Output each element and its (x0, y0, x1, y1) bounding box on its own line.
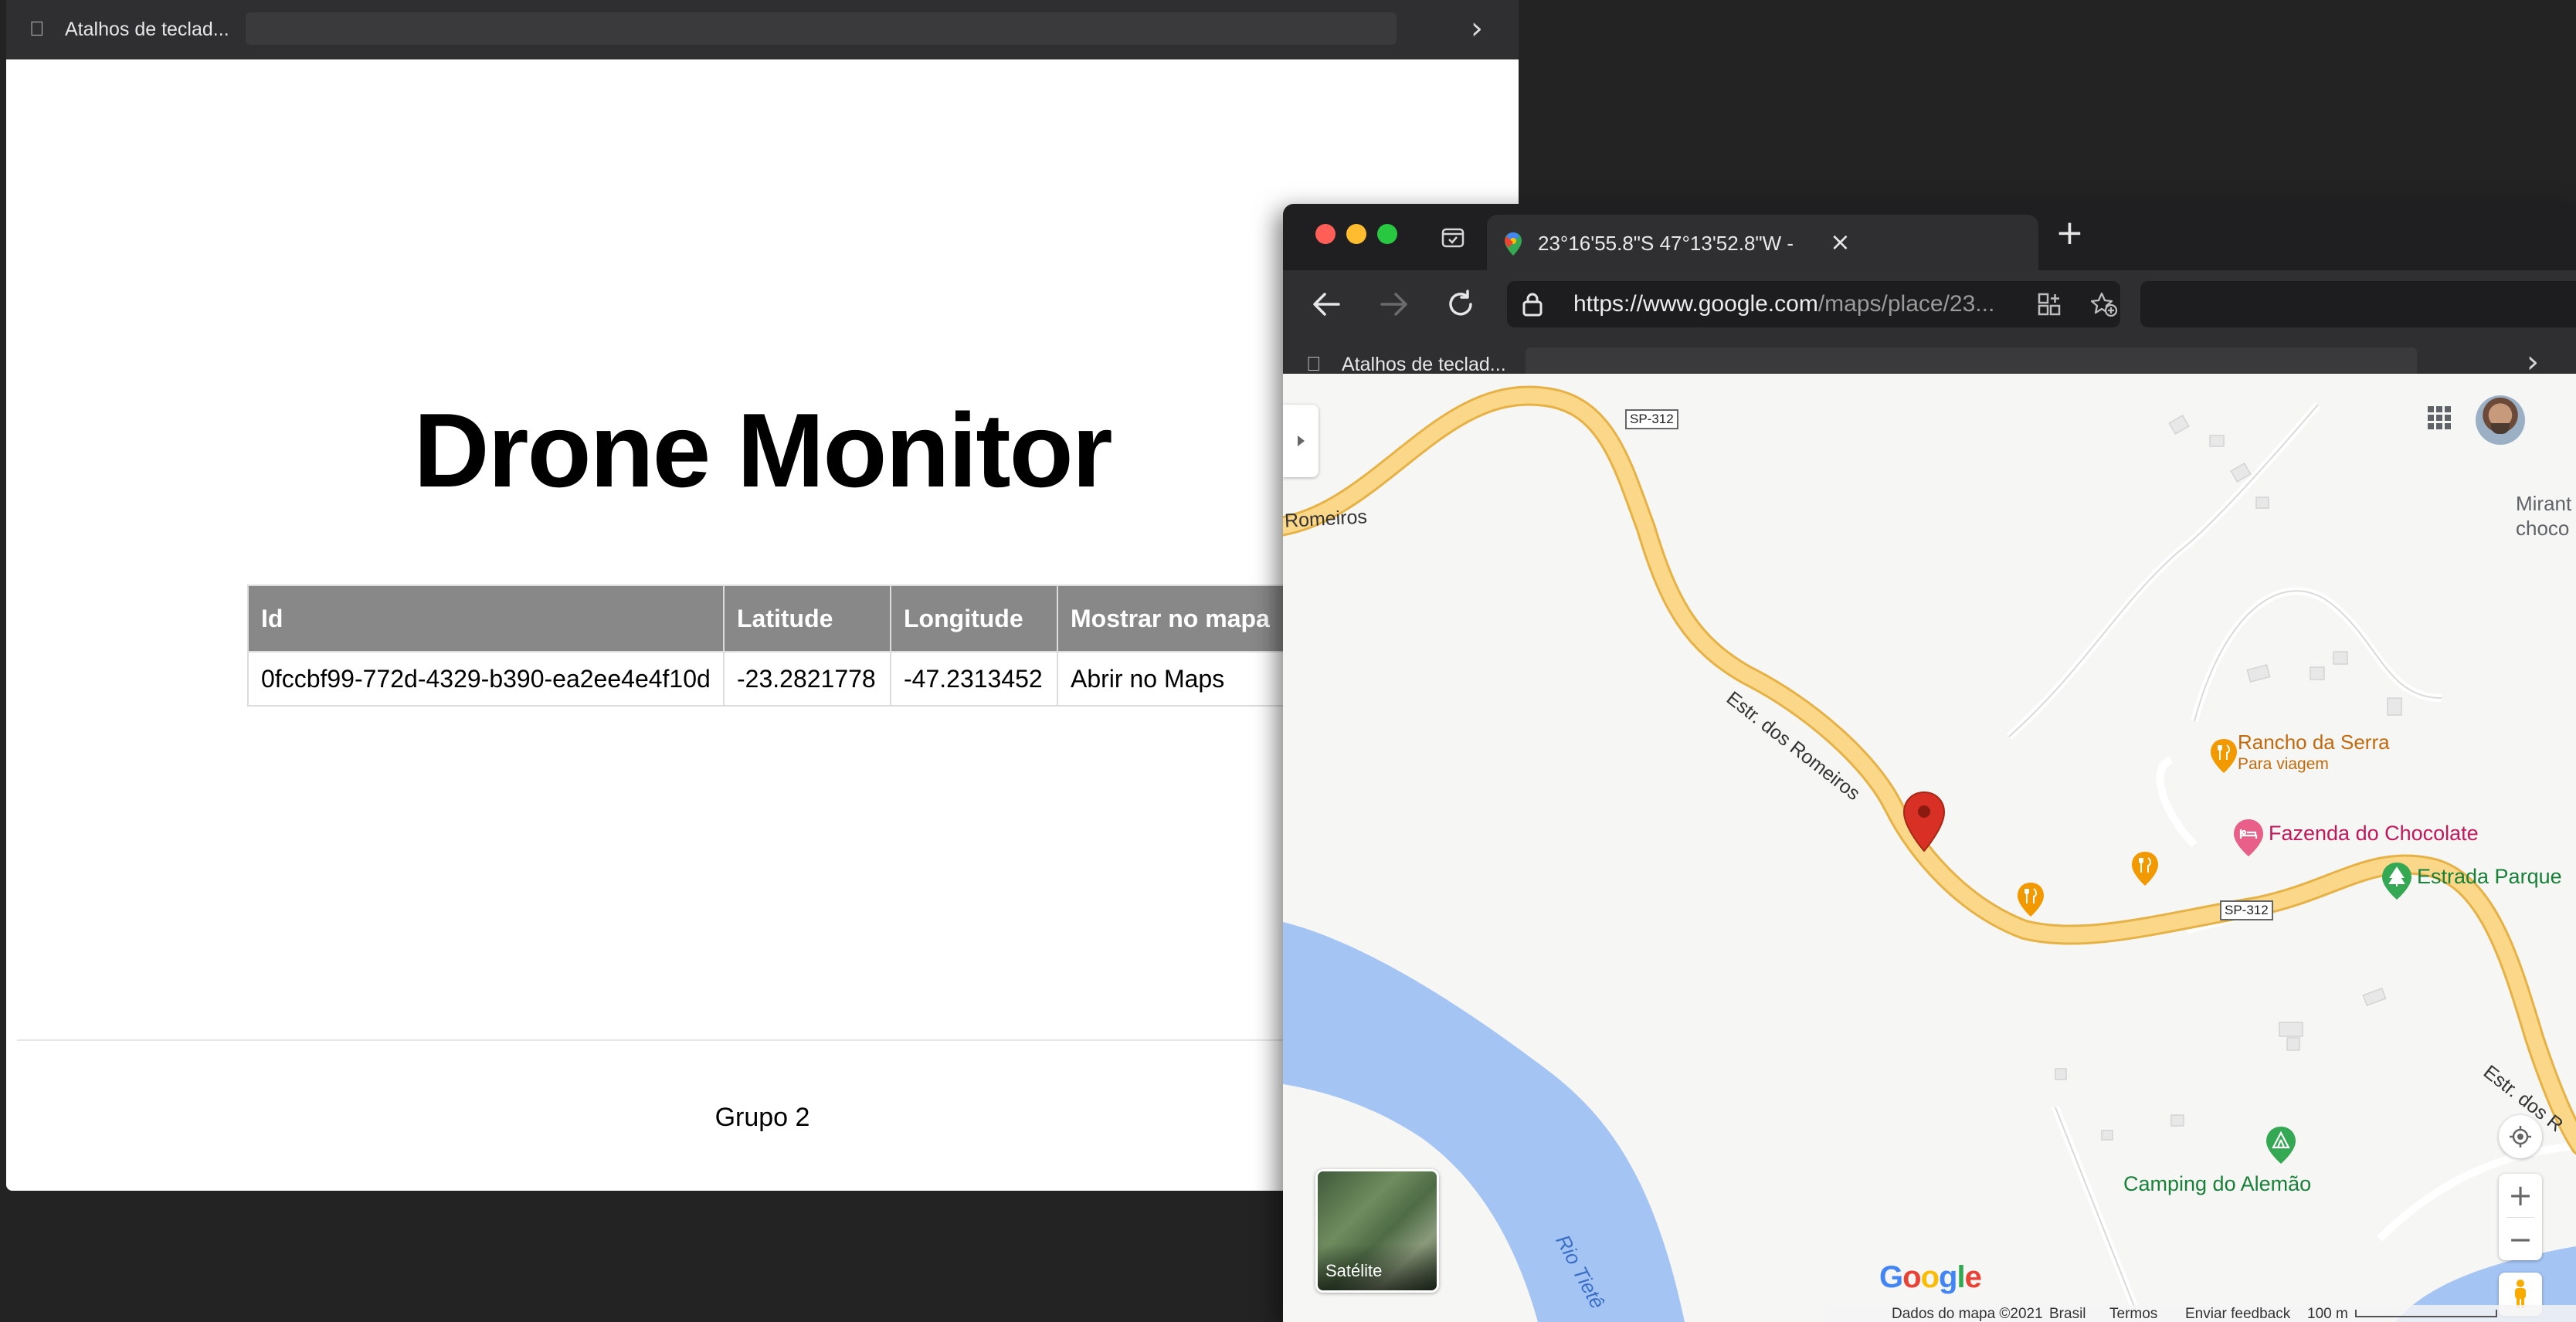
apple-icon[interactable]:  (29, 17, 45, 41)
road-shield-sp312: SP-312 (2220, 900, 2273, 920)
cell-latitude: -23.2821778 (723, 651, 891, 707)
cell-longitude: -47.2313452 (890, 651, 1058, 707)
road-label-romeiros: Romeiros (1284, 506, 1368, 532)
satellite-toggle[interactable]: Satélite (1315, 1169, 1439, 1293)
address-bar[interactable]: https://www.google.com/maps/place/23... (1507, 281, 2120, 327)
bookmarks-area (246, 12, 1397, 45)
place-fazenda-do-chocolate[interactable]: Fazenda do Chocolate (2269, 822, 2479, 846)
close-window-button[interactable] (1315, 224, 1336, 244)
place-estrada-parque[interactable]: Estrada Parque (2417, 865, 2562, 889)
place-subtitle: Para viagem (2238, 755, 2329, 773)
google-maps-favicon-icon (1505, 232, 1522, 256)
add-favorite-icon[interactable] (2091, 292, 2117, 317)
crosshair-icon (2510, 1126, 2531, 1147)
drone-table: Id Latitude Longitude Mostrar no mapa 0f… (247, 585, 1293, 707)
place-mirante[interactable]: Mirant choco (2516, 491, 2571, 541)
my-location-button[interactable] (2499, 1115, 2542, 1158)
search-field[interactable] (2140, 281, 2576, 327)
apps-grid-icon[interactable] (2426, 405, 2452, 431)
tab-title: 23°16'55.8"S 47°13'52.8"W - (1538, 232, 1794, 255)
hotel-pin-icon[interactable] (2233, 819, 2264, 857)
zoom-controls: + − (2499, 1174, 2542, 1260)
buildings (2055, 415, 2402, 1141)
satellite-label: Satélite (1325, 1261, 1383, 1280)
restaurant-pin-icon[interactable] (2017, 882, 2045, 917)
bookmark-atalhos[interactable]: Atalhos de teclad... (1342, 354, 1506, 376)
new-tab-icon[interactable]: + (2055, 213, 2084, 253)
url-path: /maps/place/23... (1817, 291, 1995, 317)
triangle-right-icon (1298, 436, 1305, 446)
maps-browser-window: 23°16'55.8"S 47°13'52.8"W - × + https://… (1283, 204, 2576, 1322)
camping-pin-icon[interactable] (2265, 1126, 2296, 1164)
logo-letter: o (1902, 1260, 1921, 1294)
forward-icon[interactable] (1379, 290, 1410, 318)
zoom-in-icon[interactable]: + (2508, 1174, 2533, 1217)
collapse-panel-button[interactable] (1283, 405, 1319, 477)
column-header-id: Id (247, 585, 725, 653)
column-header-longitude: Longitude (890, 585, 1058, 653)
logo-letter: G (1879, 1260, 1903, 1294)
place-camping-do-alemao[interactable]: Camping do Alemão (2123, 1172, 2311, 1196)
map-canvas[interactable]: SP-312 SP-312 Romeiros Estr. dos Romeiro… (1283, 374, 2576, 1322)
park-pin-icon[interactable] (2381, 862, 2412, 900)
scale-bar (2355, 1310, 2497, 1317)
column-header-map: Mostrar no mapa (1057, 585, 1293, 653)
lock-icon[interactable] (1522, 292, 1543, 317)
reload-icon[interactable] (1445, 289, 1476, 320)
close-tab-icon[interactable]: × (1830, 227, 1851, 256)
chevron-right-icon[interactable]: › (1471, 11, 1483, 46)
scale-label: 100 m (2307, 1306, 2348, 1322)
logo-letter: g (1939, 1260, 1957, 1294)
tab-google-maps[interactable]: 23°16'55.8"S 47°13'52.8"W - × (1487, 215, 2038, 272)
url-text: https://www.google.com/maps/place/23... (1573, 291, 1994, 317)
url-host: https://www.google.com (1573, 291, 1818, 317)
location-pin-icon[interactable] (1902, 791, 1946, 853)
zoom-out-icon[interactable]: − (2508, 1218, 2533, 1260)
bookmarks-bar:  Atalhos de teclad... › (6, 0, 1519, 59)
place-rancho-da-serra[interactable]: Rancho da Serra (2238, 730, 2390, 754)
app-available-icon[interactable] (2037, 292, 2062, 317)
send-feedback-link[interactable]: Enviar feedback (2185, 1306, 2290, 1322)
country-label[interactable]: Brasil (2049, 1306, 2086, 1322)
terms-link[interactable]: Termos (2109, 1306, 2157, 1322)
road-shield-sp312: SP-312 (1625, 409, 1678, 429)
avatar[interactable] (2476, 395, 2525, 445)
zoom-window-button[interactable] (1377, 224, 1397, 244)
google-logo: Google (1879, 1260, 1982, 1295)
column-header-latitude: Latitude (723, 585, 891, 653)
restaurant-pin-icon[interactable] (2131, 851, 2159, 886)
table-row: 0fccbf99-772d-4329-b390-ea2ee4e4f10d -23… (247, 651, 1293, 707)
browser-toolbar: https://www.google.com/maps/place/23... (1283, 270, 2576, 340)
restaurant-pin-icon[interactable] (2210, 738, 2238, 774)
open-in-maps-link[interactable]: Abrir no Maps (1057, 651, 1293, 707)
cell-id: 0fccbf99-772d-4329-b390-ea2ee4e4f10d (247, 651, 725, 707)
map-data-credit: Dados do mapa ©2021 (1892, 1306, 2043, 1322)
minimize-window-button[interactable] (1346, 224, 1366, 244)
apple-icon[interactable]:  (1306, 352, 1322, 376)
tab-actions-icon[interactable] (1441, 225, 1465, 250)
logo-letter: e (1964, 1260, 1982, 1294)
bookmark-atalhos[interactable]: Atalhos de teclad... (65, 19, 229, 41)
back-icon[interactable] (1311, 290, 1342, 318)
table-header-row: Id Latitude Longitude Mostrar no mapa (247, 585, 1293, 653)
logo-letter: l (1957, 1260, 1965, 1294)
attribution-bar: Dados do mapa ©2021 Brasil Termos Enviar… (1824, 1305, 2576, 1322)
logo-letter: o (1920, 1260, 1940, 1294)
